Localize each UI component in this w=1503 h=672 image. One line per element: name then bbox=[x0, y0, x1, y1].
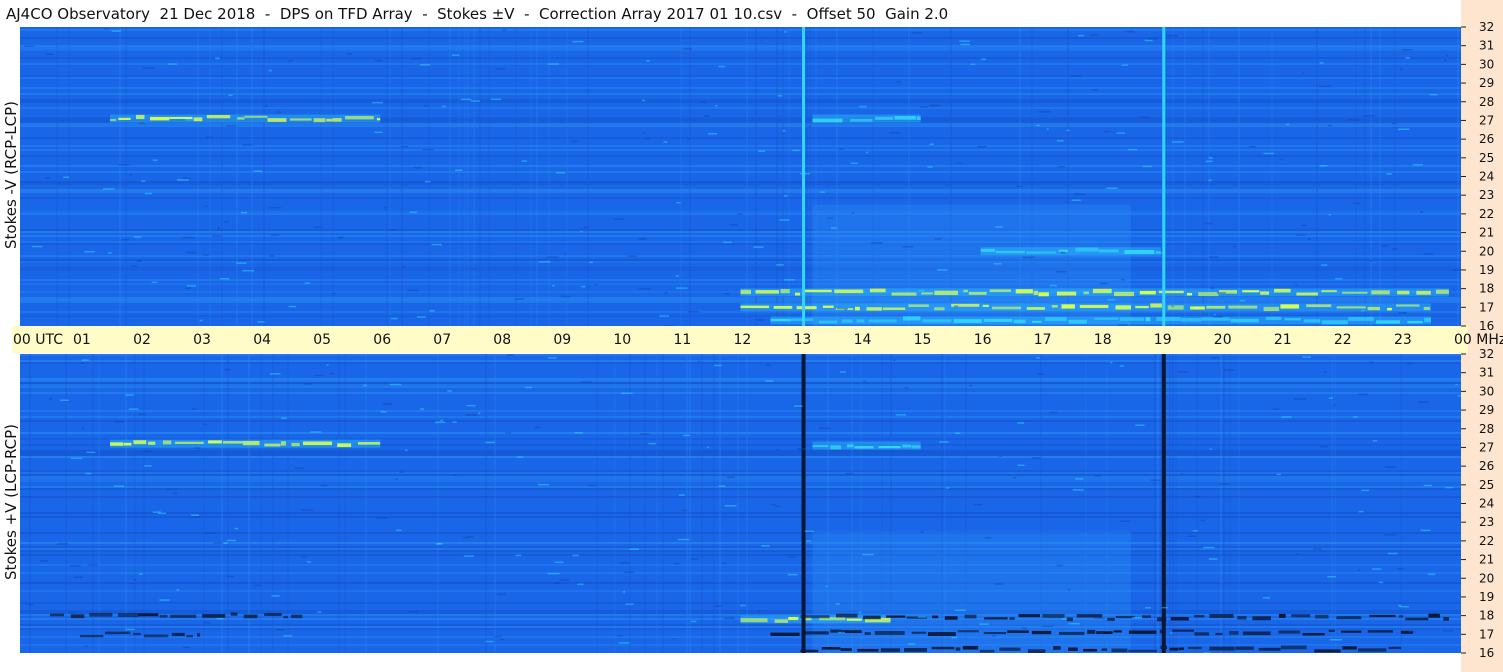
time-axis-label: 14 bbox=[854, 332, 872, 348]
vertical-line-8 bbox=[801, 354, 806, 653]
time-axis-label: 08 bbox=[493, 332, 511, 348]
time-axis-label: 05 bbox=[313, 332, 331, 348]
time-axis-label: 22 bbox=[1334, 332, 1352, 348]
time-axis-label: 17 bbox=[1034, 332, 1052, 348]
time-axis-label: 03 bbox=[193, 332, 211, 348]
bright-band-2 bbox=[740, 303, 1431, 312]
time-axis-label: 06 bbox=[373, 332, 391, 348]
bright-band-0 bbox=[110, 439, 381, 448]
bright-band-1 bbox=[740, 288, 1449, 297]
right-margin-strip bbox=[1461, 0, 1503, 672]
time-axis-label: 02 bbox=[133, 332, 151, 348]
time-axis-label: 13 bbox=[794, 332, 812, 348]
time-axis-label: 09 bbox=[553, 332, 571, 348]
bright-band-4 bbox=[812, 114, 921, 123]
time-axis-label: 16 bbox=[974, 332, 992, 348]
time-axis-label: 18 bbox=[1094, 332, 1112, 348]
bright-band-0 bbox=[110, 114, 381, 123]
time-axis-label: 10 bbox=[613, 332, 631, 348]
time-axis-label: 15 bbox=[914, 332, 932, 348]
time-axis-label: 00 UTC bbox=[13, 332, 63, 348]
time-axis-label: 04 bbox=[253, 332, 271, 348]
vertical-line-7 bbox=[1162, 27, 1166, 326]
time-axis-labels: 00 UTC 01 02 03 04 05 06 07 08 09 10 11 12 13 14 15 16 17… bbox=[13, 332, 1503, 348]
time-axis-label: 19 bbox=[1154, 332, 1172, 348]
bright-band-1 bbox=[812, 441, 921, 450]
top-spectrogram bbox=[20, 27, 1461, 326]
time-axis-label: 23 bbox=[1394, 332, 1412, 348]
time-axis-label: 21 bbox=[1274, 332, 1292, 348]
time-axis-label: 12 bbox=[734, 332, 752, 348]
time-axis-bar bbox=[12, 326, 1468, 353]
time-axis-label: 20 bbox=[1214, 332, 1232, 348]
bright-band-5 bbox=[980, 247, 1161, 256]
bottom-panel-ylabel: Stokes +V (LCP-RCP) bbox=[2, 424, 20, 580]
vertical-line-6 bbox=[802, 27, 806, 326]
top-panel-ylabel: Stokes -V (RCP-LCP) bbox=[2, 101, 20, 249]
time-axis-label: 11 bbox=[674, 332, 692, 348]
bottom-spectrogram bbox=[20, 354, 1461, 653]
bright-band-3 bbox=[770, 316, 1431, 325]
chart-title: AJ4CO Observatory 21 Dec 2018 - DPS on T… bbox=[6, 5, 949, 23]
time-axis-label: 01 bbox=[73, 332, 91, 348]
spectrogram-background bbox=[20, 354, 1461, 653]
time-axis-label: 07 bbox=[433, 332, 451, 348]
